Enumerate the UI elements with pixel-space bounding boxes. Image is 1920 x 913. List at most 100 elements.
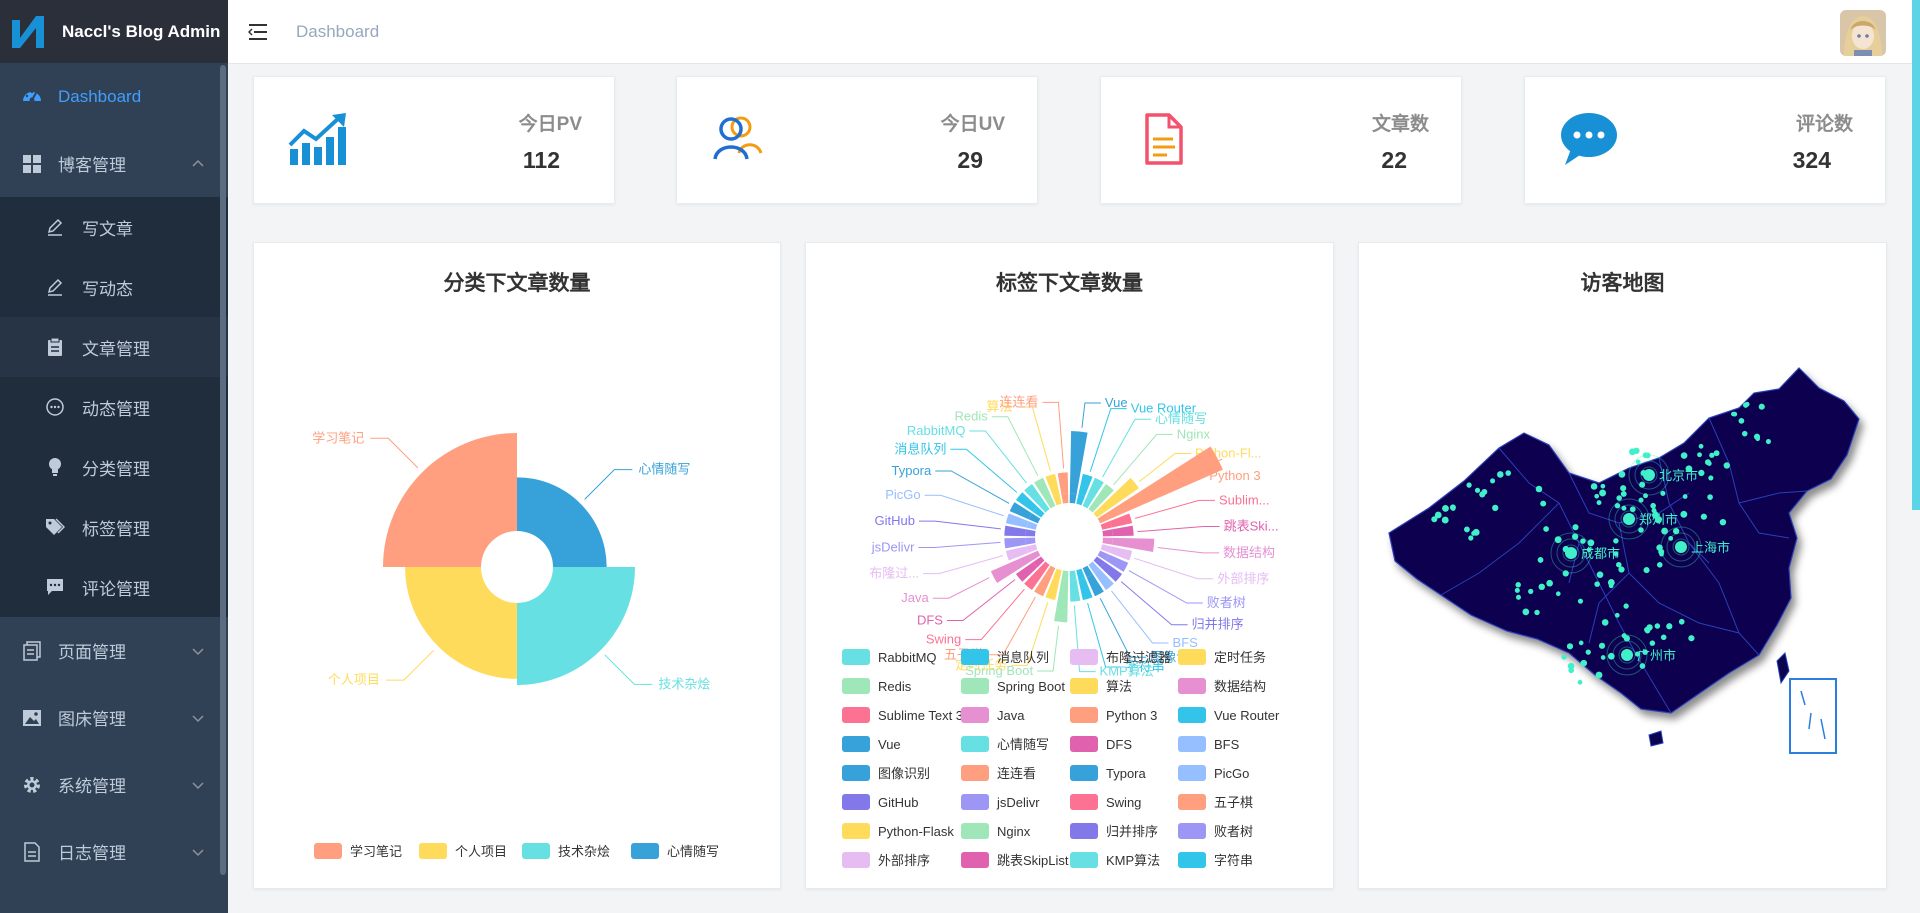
legend-label[interactable]: RabbitMQ [878,650,937,665]
legend-label[interactable]: 心情随写 [997,737,1049,752]
sidebar-item-page[interactable]: 页面管理 [0,617,228,684]
sidebar-item-system[interactable]: 系统管理 [0,751,228,818]
legend-swatch[interactable] [842,852,870,868]
legend-label[interactable]: Python 3 [1106,708,1157,723]
polar-bar[interactable] [1112,525,1134,537]
legend-swatch[interactable] [961,678,989,694]
legend-label[interactable]: 消息队列 [997,650,1049,665]
legend-swatch[interactable] [1178,765,1206,781]
legend-swatch[interactable] [1178,852,1206,868]
legend-label[interactable]: 数据结构 [1214,679,1266,694]
legend-label[interactable]: GitHub [878,795,918,810]
legend-swatch[interactable] [961,707,989,723]
legend-label[interactable]: Redis [878,679,912,694]
legend-label[interactable]: 算法 [1106,679,1132,694]
legend-label[interactable]: 败者树 [1214,824,1253,839]
legend-swatch[interactable] [961,649,989,665]
sidebar-item-write-article[interactable]: 写文章 [0,197,228,257]
legend-swatch[interactable] [1070,765,1098,781]
legend-swatch[interactable] [842,707,870,723]
legend-label[interactable]: Vue [878,737,901,752]
legend-label[interactable]: 外部排序 [878,853,930,868]
legend-label[interactable]: 定时任务 [1214,650,1266,665]
polar-bar[interactable] [1106,446,1223,520]
legend-label[interactable]: Java [997,708,1025,723]
legend-swatch[interactable] [961,823,989,839]
legend-swatch[interactable] [1070,823,1098,839]
legend-label[interactable]: Nginx [997,824,1031,839]
hotspot-center[interactable] [1565,547,1577,559]
legend-swatch[interactable] [1178,736,1206,752]
legend-swatch[interactable] [961,736,989,752]
legend-swatch[interactable] [1178,707,1206,723]
legend-swatch[interactable] [1178,649,1206,665]
legend-label[interactable]: Sublime Text 3 [878,708,963,723]
sidebar-item-log[interactable]: 日志管理 [0,818,228,885]
polar-bar[interactable] [1069,580,1081,602]
hotspot-center[interactable] [1643,469,1655,481]
legend-swatch[interactable] [842,736,870,752]
legend-swatch[interactable] [961,852,989,868]
hotspot-center[interactable] [1623,513,1635,525]
legend-swatch[interactable] [419,843,447,859]
legend-label[interactable]: KMP算法 [1106,853,1160,868]
polar-bar[interactable] [1004,537,1026,549]
sidebar-item-article-manage[interactable]: 文章管理 [0,317,228,377]
legend-swatch[interactable] [842,649,870,665]
legend-label[interactable]: 技术杂烩 [558,844,610,859]
legend-label[interactable]: PicGo [1214,766,1249,781]
legend-swatch[interactable] [314,843,342,859]
legend-swatch[interactable] [1178,794,1206,810]
legend-swatch[interactable] [1178,823,1206,839]
sidebar-item-blog[interactable]: 博客管理 [0,130,228,197]
polar-bar[interactable] [1057,472,1069,494]
legend-label[interactable]: 五子棋 [1214,795,1253,810]
sidebar-item-category-manage[interactable]: 分类管理 [0,437,228,497]
china-visitor-map[interactable]: 北京市郑州市成都市 上海市广州市 [1359,243,1886,888]
legend-label[interactable]: Vue Router [1214,708,1280,723]
legend-label[interactable]: 连连看 [997,766,1036,781]
legend-label[interactable]: 归并排序 [1106,824,1158,839]
legend-label[interactable]: Swing [1106,795,1141,810]
legend-label[interactable]: 字符串 [1214,853,1253,868]
sidebar-scrollbar[interactable] [220,65,226,875]
legend-swatch[interactable] [631,843,659,859]
sidebar-item-dashboard[interactable]: Dashboard [0,63,228,130]
legend-label[interactable]: 心情随写 [667,844,719,859]
page-scrollbar[interactable] [1912,0,1920,510]
legend-swatch[interactable] [961,794,989,810]
sidebar-item-write-moment[interactable]: 写动态 [0,257,228,317]
legend-label[interactable]: jsDelivr [996,795,1040,810]
legend-swatch[interactable] [842,794,870,810]
sidebar-item-comment-manage[interactable]: 评论管理 [0,557,228,617]
legend-swatch[interactable] [842,765,870,781]
legend-swatch[interactable] [842,823,870,839]
legend-label[interactable]: Spring Boot [997,679,1065,694]
legend-label[interactable]: 跳表SkipList [997,853,1069,868]
hotspot-center[interactable] [1675,541,1687,553]
avatar[interactable] [1840,10,1886,56]
hotspot-center[interactable] [1621,649,1633,661]
legend-label[interactable]: Python-Flask [878,824,954,839]
legend-swatch[interactable] [1070,736,1098,752]
legend-swatch[interactable] [1070,707,1098,723]
sidebar-item-image-host[interactable]: 图床管理 [0,684,228,751]
legend-swatch[interactable] [1178,678,1206,694]
polar-bar[interactable] [1004,525,1026,537]
legend-swatch[interactable] [522,843,550,859]
legend-label[interactable]: DFS [1106,737,1132,752]
legend-swatch[interactable] [1070,794,1098,810]
legend-swatch[interactable] [961,765,989,781]
legend-label[interactable]: Typora [1106,766,1147,781]
hamburger-icon[interactable] [248,22,268,42]
sidebar-item-tag-manage[interactable]: 标签管理 [0,497,228,557]
legend-swatch[interactable] [1070,649,1098,665]
legend-swatch[interactable] [1070,678,1098,694]
legend-label[interactable]: 学习笔记 [350,844,402,859]
legend-swatch[interactable] [842,678,870,694]
legend-swatch[interactable] [1070,852,1098,868]
legend-label[interactable]: BFS [1214,737,1240,752]
legend-label[interactable]: 布隆过滤器 [1106,650,1171,665]
legend-label[interactable]: 个人项目 [455,844,507,859]
legend-label[interactable]: 图像识别 [878,766,930,781]
